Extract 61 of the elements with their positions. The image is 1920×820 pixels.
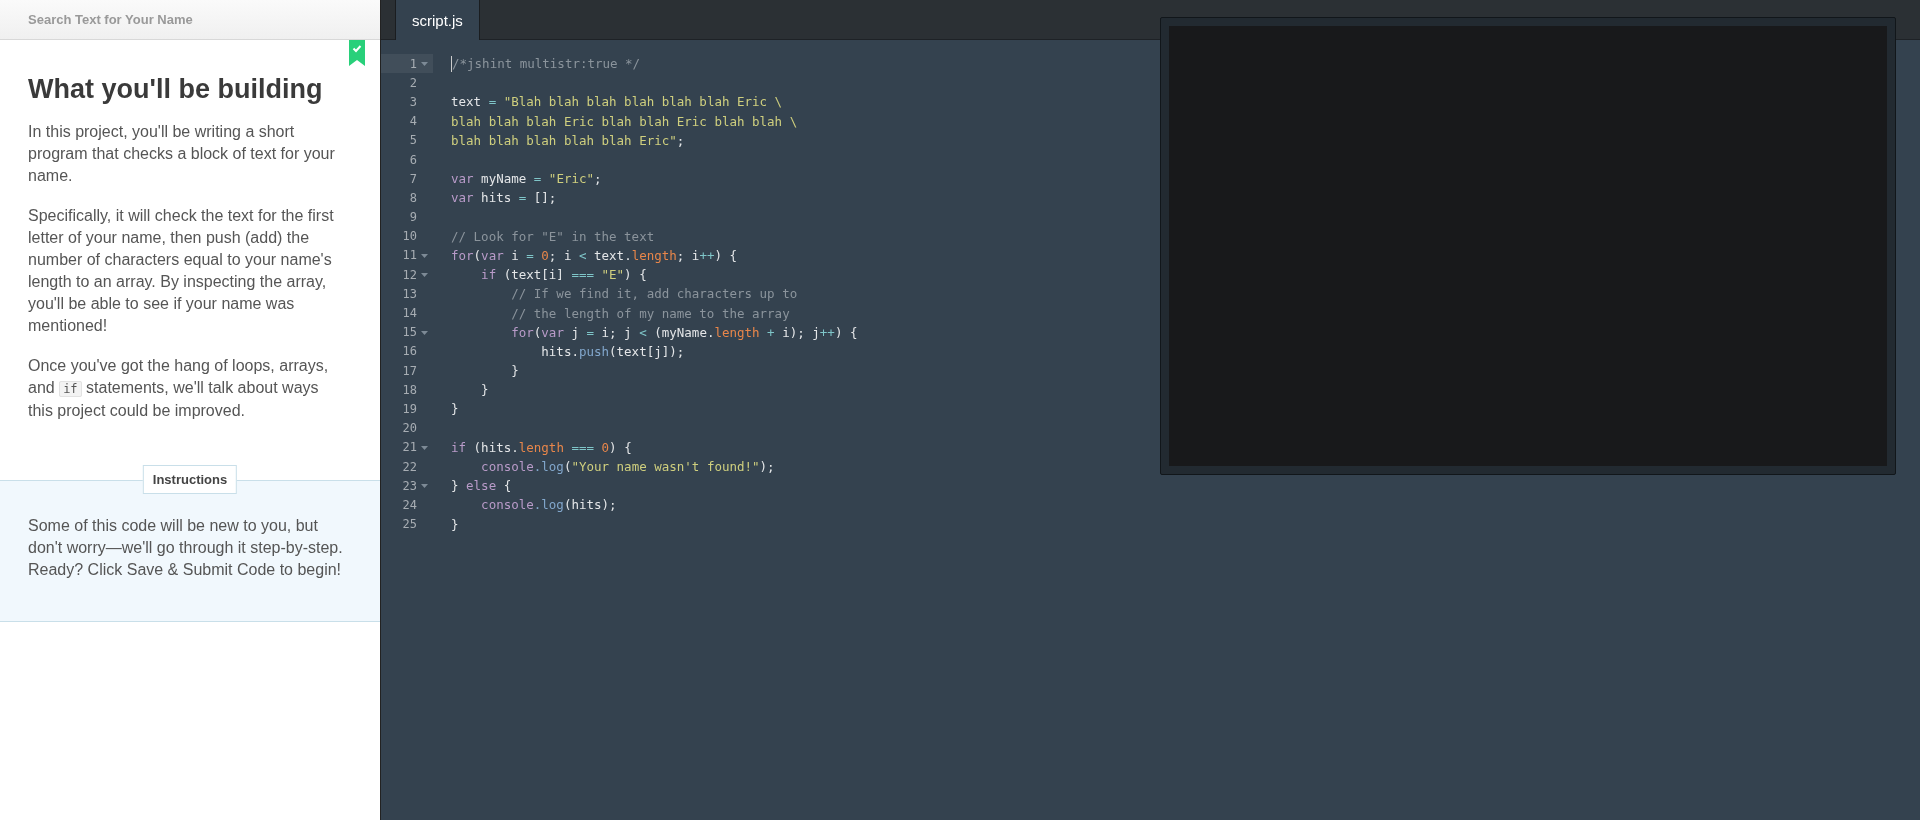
fold-caret-icon[interactable] <box>421 330 428 335</box>
code-line: } <box>451 516 459 532</box>
code-line: // If we find it, add characters up to <box>510 286 798 302</box>
lesson-paragraph: Specifically, it will check the text for the first letter of your name, then push (add) the number of characters equal to your name's length to an array. By inspecting the array, you'll be able to see if your name was mentioned! <box>28 206 335 336</box>
line-number: 20 <box>401 420 418 438</box>
fold-caret-icon[interactable] <box>421 445 428 450</box>
line-number: 1 <box>381 54 433 74</box>
line-number: 19 <box>401 400 418 418</box>
code-line: } <box>480 382 489 398</box>
file-tab[interactable]: script.js <box>395 0 480 40</box>
code-line: console.log(hits); <box>480 497 617 513</box>
line-number: 11 <box>381 245 433 266</box>
line-number: 6 <box>408 151 418 169</box>
line-number: 7 <box>408 170 418 188</box>
line-number: 15 <box>381 322 433 342</box>
code-line: hits.push(text[j]); <box>540 343 685 359</box>
line-number: 9 <box>408 209 418 227</box>
line-number: 10 <box>401 228 418 246</box>
fold-caret-icon[interactable] <box>421 273 428 278</box>
code-line: console.log("Your name wasn't found!"); <box>480 459 775 475</box>
line-number: 17 <box>401 362 418 380</box>
code-line: for(var i = 0; i < text.length; i++) { <box>451 247 738 263</box>
line-number: 8 <box>408 189 418 207</box>
line-number: 18 <box>401 381 418 399</box>
code-line: /*jshint multistr:true */ <box>452 56 641 72</box>
code-line: // the length of my name to the array <box>510 305 790 321</box>
code-line: // Look for "E" in the text <box>451 228 655 244</box>
lesson-title: What you'll be building <box>28 74 324 105</box>
code-line: if (hits.length === 0) { <box>451 439 632 455</box>
instructions-text: Some of this code will be new to you, but don't worry—we'll go through it step-by-step. Ready? Click Save & Submit Code to begin! <box>28 516 344 580</box>
line-number: 12 <box>381 265 433 285</box>
code-line: } else { <box>451 478 512 494</box>
code-line: blah blah blah blah blah Eric"; <box>451 132 685 148</box>
lesson-paragraph: In this project, you'll be writing a short program that checks a block of text for your name. <box>28 122 336 186</box>
line-number: 22 <box>401 458 418 476</box>
line-number: 5 <box>408 132 418 150</box>
code-line: var myName = "Eric"; <box>451 171 602 187</box>
line-number: 4 <box>408 113 418 131</box>
code-line: for(var j = i; j < (myName.length + i); j++) { <box>510 324 858 340</box>
code-line: } <box>451 401 459 417</box>
line-number: 21 <box>381 437 433 457</box>
text-cursor <box>451 55 452 72</box>
code-line: } <box>510 363 519 379</box>
lesson-paragraph: Once you've got the hang of loops, arrays, and if statements, we'll talk about ways this project could be improved. <box>28 356 330 421</box>
line-number: 14 <box>401 305 418 323</box>
line-number: 13 <box>401 285 418 303</box>
fold-caret-icon[interactable] <box>421 62 428 66</box>
fold-caret-icon[interactable] <box>421 253 428 258</box>
line-number: 25 <box>401 516 418 534</box>
line-number: 23 <box>381 476 433 496</box>
code-line: blah blah blah Eric blah blah Eric blah blah \ <box>451 113 798 129</box>
lesson-name: Search Text for Your Name <box>28 12 193 27</box>
line-number: 2 <box>408 74 418 92</box>
line-number: 24 <box>401 496 418 514</box>
line-number: 3 <box>408 93 418 111</box>
code-line: if (text[i] === "E") { <box>480 267 647 283</box>
fold-caret-icon[interactable] <box>421 484 428 489</box>
code-line: text = "Blah blah blah blah blah blah Eric \ <box>451 94 783 110</box>
line-number: 16 <box>401 343 418 361</box>
code-line: var hits = []; <box>451 190 557 206</box>
instructions-label: Instructions <box>142 465 238 494</box>
